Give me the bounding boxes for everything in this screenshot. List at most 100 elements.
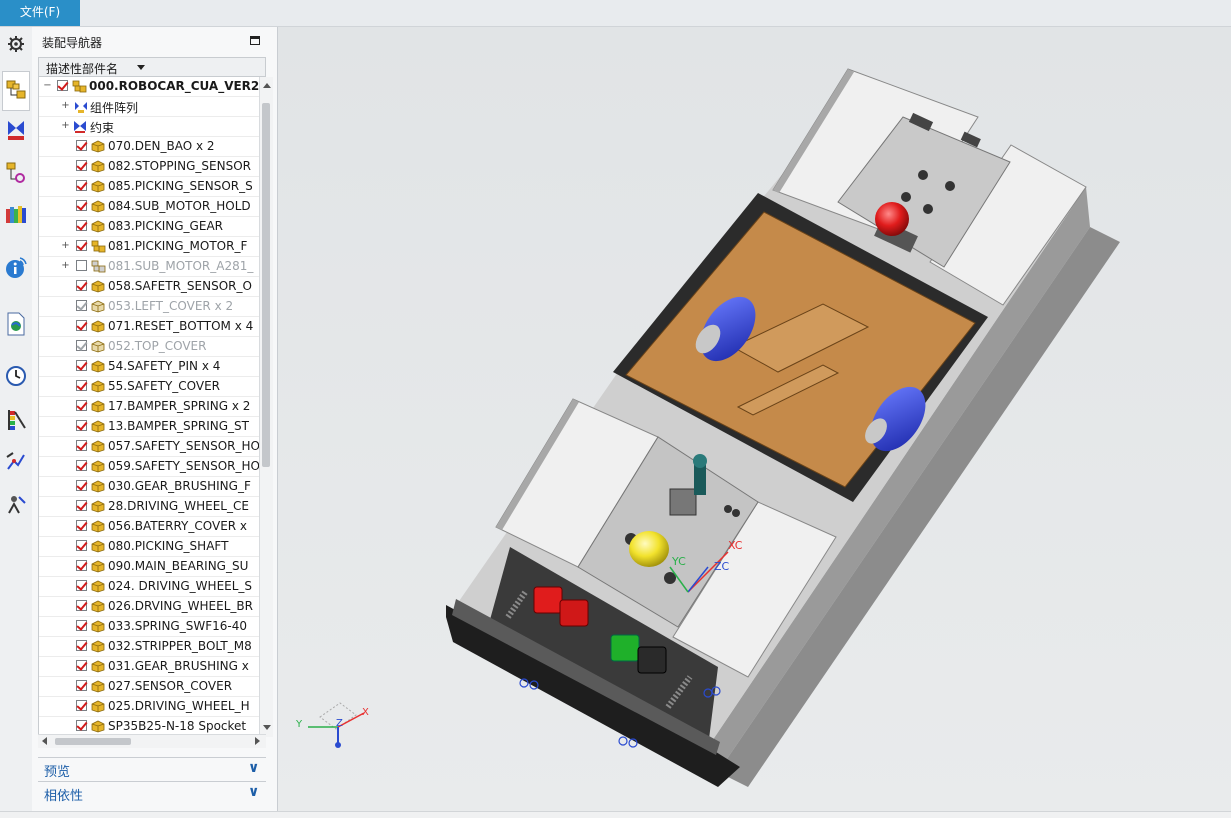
- tree-row[interactable]: +081.SUB_MOTOR_A281_: [39, 257, 260, 277]
- tree-row[interactable]: +081.PICKING_MOTOR_F: [39, 237, 260, 257]
- maximize-icon[interactable]: [250, 36, 260, 45]
- visibility-checkbox[interactable]: [76, 320, 87, 331]
- visibility-checkbox[interactable]: [76, 640, 87, 651]
- info-icon[interactable]: [3, 255, 29, 281]
- tree-row[interactable]: 083.PICKING_GEAR: [39, 217, 260, 237]
- part-navigator-icon[interactable]: [3, 159, 29, 185]
- tree-row[interactable]: 052.TOP_COVER: [39, 337, 260, 357]
- assembly-navigator-icon[interactable]: [2, 71, 30, 111]
- robocar-model[interactable]: XC YC ZC X Y Z: [278, 27, 1231, 811]
- scroll-right-arrow-icon[interactable]: [255, 737, 260, 745]
- roles-icon[interactable]: [3, 491, 29, 517]
- part-icon: [91, 560, 105, 573]
- settings-gear-icon[interactable]: [3, 31, 29, 57]
- tree-row[interactable]: 053.LEFT_COVER x 2: [39, 297, 260, 317]
- tree-row[interactable]: 056.BATERRY_COVER x: [39, 517, 260, 537]
- tree-row[interactable]: 55.SAFETY_COVER: [39, 377, 260, 397]
- tree-row[interactable]: 058.SAFETR_SENSOR_O: [39, 277, 260, 297]
- tree-row[interactable]: + 约束: [39, 117, 260, 137]
- process-studio-icon[interactable]: [3, 449, 29, 475]
- visibility-checkbox[interactable]: [76, 380, 87, 391]
- chevron-down-icon[interactable]: ∨: [248, 760, 259, 776]
- assembly-tree[interactable]: − 000.ROBOCAR_CUA_VER2. + 组件阵列 + 约束 070.DEN_BA…: [38, 77, 260, 737]
- tree-row[interactable]: 032.STRIPPER_BOLT_M8: [39, 637, 260, 657]
- chevron-down-icon[interactable]: ∨: [248, 784, 259, 800]
- tree-row[interactable]: 059.SAFETY_SENSOR_HO: [39, 457, 260, 477]
- tree-row[interactable]: 057.SAFETY_SENSOR_HO: [39, 437, 260, 457]
- visibility-checkbox[interactable]: [76, 160, 87, 171]
- horizontal-scrollbar[interactable]: [38, 734, 266, 748]
- tree-row[interactable]: 084.SUB_MOTOR_HOLD: [39, 197, 260, 217]
- visibility-checkbox[interactable]: [76, 620, 87, 631]
- visibility-checkbox[interactable]: [76, 460, 87, 471]
- visibility-checkbox[interactable]: [76, 500, 87, 511]
- tree-row[interactable]: − 000.ROBOCAR_CUA_VER2.: [39, 77, 260, 97]
- scroll-thumb[interactable]: [262, 103, 270, 467]
- visibility-checkbox[interactable]: [76, 720, 87, 731]
- visibility-checkbox[interactable]: [76, 680, 87, 691]
- part-icon: [91, 640, 105, 653]
- tree-row[interactable]: 030.GEAR_BRUSHING_F: [39, 477, 260, 497]
- expand-icon[interactable]: +: [61, 261, 70, 271]
- visibility-checkbox[interactable]: [76, 420, 87, 431]
- file-menu[interactable]: 文件(F): [0, 0, 80, 26]
- scroll-left-arrow-icon[interactable]: [42, 737, 47, 745]
- visibility-checkbox[interactable]: [76, 140, 87, 151]
- history-icon[interactable]: [3, 363, 29, 389]
- scroll-up-arrow-icon[interactable]: [263, 83, 271, 88]
- expand-icon[interactable]: +: [61, 121, 70, 131]
- visibility-checkbox[interactable]: [76, 660, 87, 671]
- tree-row[interactable]: 025.DRIVING_WHEEL_H: [39, 697, 260, 717]
- tree-row[interactable]: 031.GEAR_BRUSHING x: [39, 657, 260, 677]
- tree-row[interactable]: 082.STOPPING_SENSOR: [39, 157, 260, 177]
- visibility-checkbox[interactable]: [76, 480, 87, 491]
- reuse-library-icon[interactable]: [3, 201, 29, 227]
- tree-row[interactable]: 17.BAMPER_SPRING x 2: [39, 397, 260, 417]
- visibility-checkbox[interactable]: [76, 580, 87, 591]
- tree-row[interactable]: 033.SPRING_SWF16-40: [39, 617, 260, 637]
- tree-row[interactable]: 026.DRVING_WHEEL_BR: [39, 597, 260, 617]
- tree-row[interactable]: 070.DEN_BAO x 2: [39, 137, 260, 157]
- graphics-viewport[interactable]: XC YC ZC X Y Z: [278, 27, 1231, 811]
- scroll-thumb-horizontal[interactable]: [55, 738, 131, 745]
- visibility-checkbox[interactable]: [76, 560, 87, 571]
- visibility-checkbox[interactable]: [76, 240, 87, 251]
- tree-row[interactable]: 085.PICKING_SENSOR_S: [39, 177, 260, 197]
- visibility-checkbox[interactable]: [76, 700, 87, 711]
- chevron-down-icon[interactable]: [137, 65, 145, 70]
- dependency-section[interactable]: 相依性 ∨: [38, 781, 266, 804]
- visibility-checkbox[interactable]: [76, 440, 87, 451]
- tree-row[interactable]: 024. DRIVING_WHEEL_S: [39, 577, 260, 597]
- visibility-checkbox[interactable]: [76, 360, 87, 371]
- tree-row[interactable]: 071.RESET_BOTTOM x 4: [39, 317, 260, 337]
- expand-icon[interactable]: +: [61, 241, 70, 251]
- visibility-checkbox[interactable]: [76, 520, 87, 531]
- visibility-checkbox[interactable]: [76, 400, 87, 411]
- visibility-checkbox[interactable]: [76, 280, 87, 291]
- web-browser-icon[interactable]: [3, 311, 29, 337]
- visibility-checkbox[interactable]: [76, 340, 87, 351]
- tree-row[interactable]: 027.SENSOR_COVER: [39, 677, 260, 697]
- visibility-checkbox[interactable]: [76, 300, 87, 311]
- visibility-checkbox[interactable]: [76, 540, 87, 551]
- visibility-checkbox[interactable]: [76, 260, 87, 271]
- tree-row[interactable]: + 组件阵列: [39, 97, 260, 117]
- tree-row[interactable]: 13.BAMPER_SPRING_ST: [39, 417, 260, 437]
- constraint-navigator-icon[interactable]: [3, 117, 29, 143]
- visibility-checkbox[interactable]: [76, 180, 87, 191]
- tree-row[interactable]: 080.PICKING_SHAFT: [39, 537, 260, 557]
- expand-icon[interactable]: +: [61, 101, 70, 111]
- palette-icon[interactable]: [3, 407, 29, 433]
- visibility-checkbox[interactable]: [76, 600, 87, 611]
- vertical-scrollbar[interactable]: [259, 77, 273, 737]
- column-header[interactable]: 描述性部件名: [38, 57, 266, 77]
- visibility-checkbox[interactable]: [57, 80, 68, 91]
- tree-row[interactable]: 28.DRIVING_WHEEL_CE: [39, 497, 260, 517]
- visibility-checkbox[interactable]: [76, 220, 87, 231]
- visibility-checkbox[interactable]: [76, 200, 87, 211]
- scroll-down-arrow-icon[interactable]: [263, 725, 271, 730]
- tree-row[interactable]: 090.MAIN_BEARING_SU: [39, 557, 260, 577]
- tree-row[interactable]: 54.SAFETY_PIN x 4: [39, 357, 260, 377]
- collapse-icon[interactable]: −: [43, 81, 52, 91]
- preview-section[interactable]: 预览 ∨: [38, 757, 266, 780]
